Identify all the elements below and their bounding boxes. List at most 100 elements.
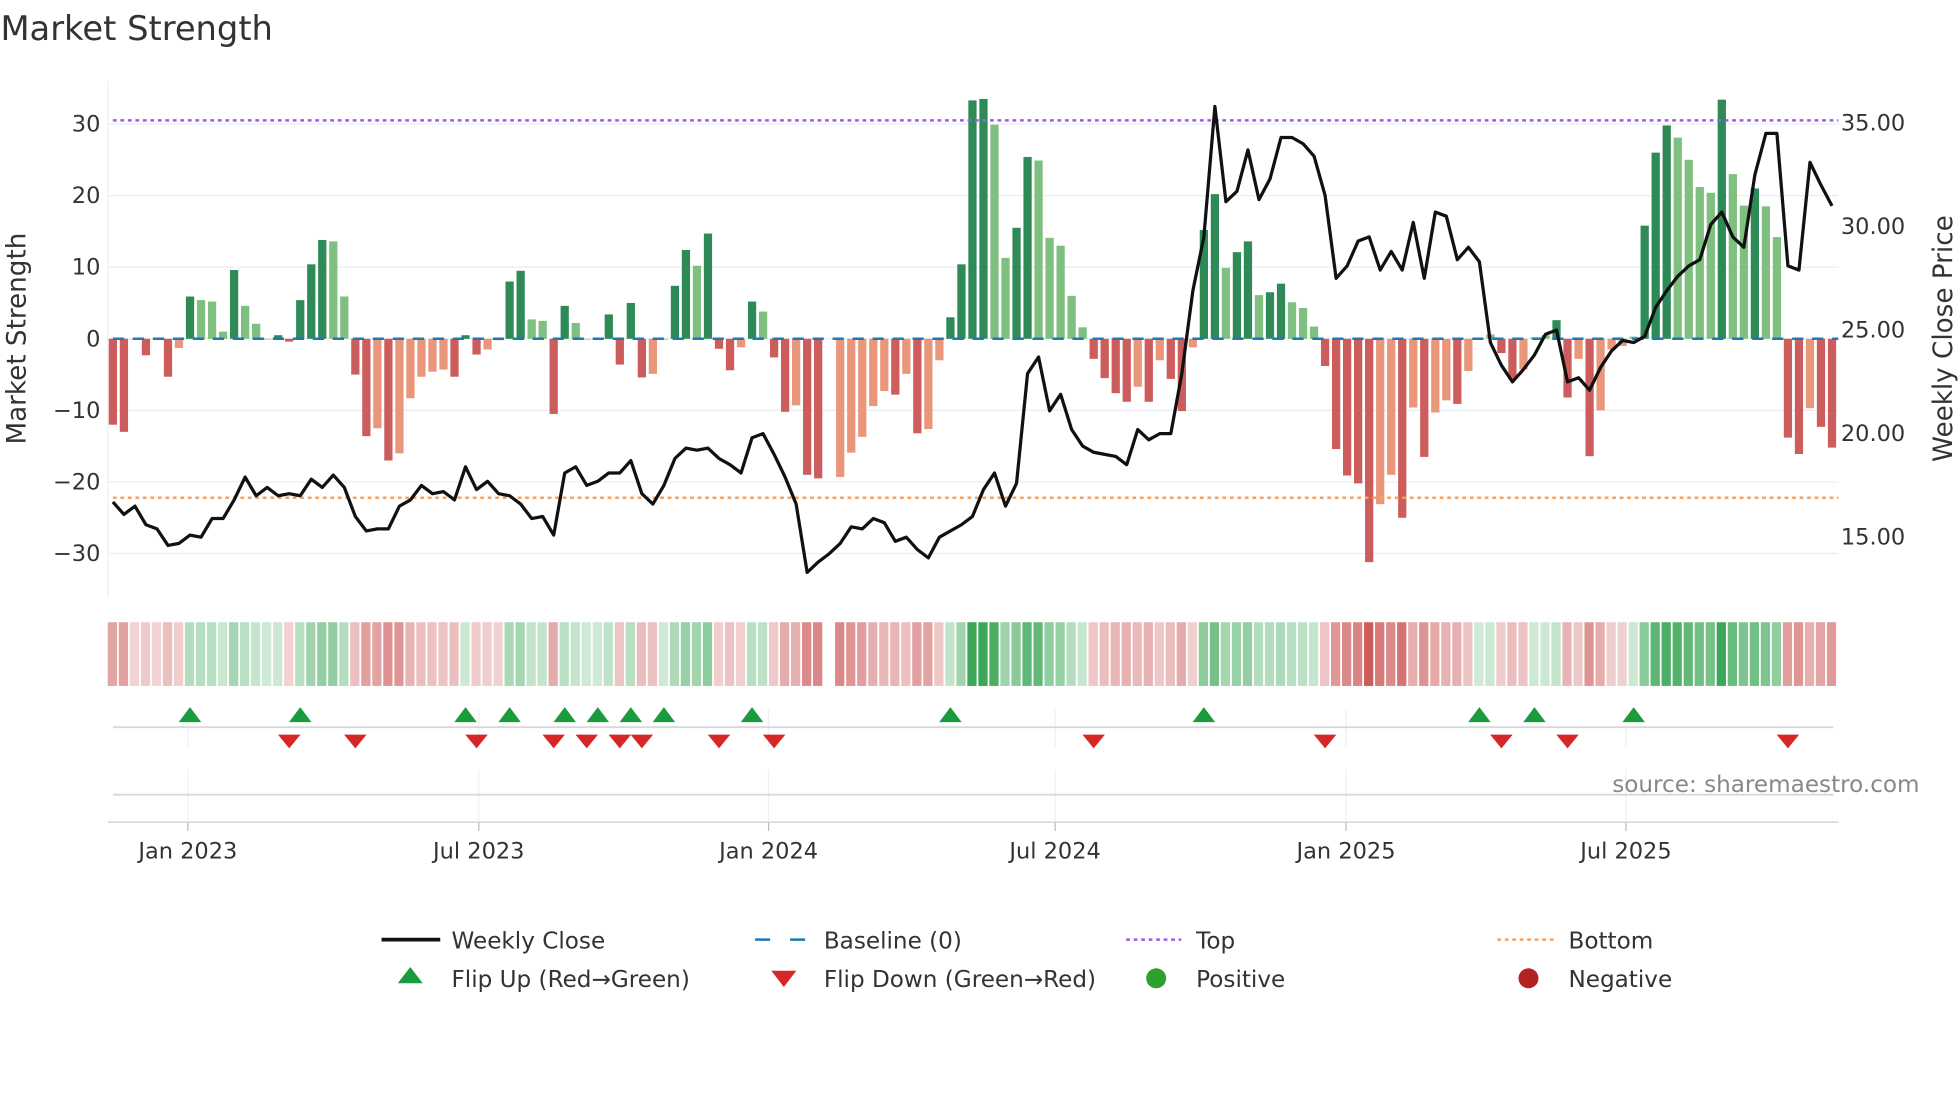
strip-cell [1231, 622, 1242, 686]
strength-bar [428, 338, 437, 372]
strength-bar [1276, 283, 1286, 339]
strip-cell [636, 622, 646, 686]
y-tick-label: 10 [72, 255, 101, 281]
legend-item: Weekly Close [381, 928, 605, 954]
strip-cell [1099, 622, 1109, 686]
x-tick-label: Jan 2024 [717, 838, 818, 864]
strip-cell [206, 622, 217, 686]
legend-item: Flip Down (Green→Red) [771, 967, 1096, 993]
strip-cell [625, 622, 635, 686]
strip-cell [1044, 622, 1054, 686]
strip-cell [1386, 622, 1396, 686]
strength-bar [406, 338, 415, 399]
strength-bar [560, 305, 569, 339]
strip-cell [1430, 622, 1440, 686]
strip-cell [603, 622, 613, 686]
strength-bar [681, 250, 691, 339]
strip-cell [251, 622, 261, 686]
strip-cell [658, 622, 669, 686]
flip-down-marker [630, 734, 654, 749]
x-tick-label: Jan 2023 [136, 838, 237, 864]
chart-title: Market Strength [0, 9, 272, 48]
strip-cell [669, 622, 680, 686]
strength-bar [340, 296, 349, 339]
strip-cell [1297, 622, 1308, 686]
strength-bar [472, 338, 481, 355]
strip-cell [449, 622, 459, 686]
flip-up-marker [619, 707, 643, 723]
strength-bar [1122, 338, 1131, 402]
strip-cell [879, 622, 889, 686]
flip-up-marker [586, 707, 610, 723]
strip-cell [537, 622, 547, 686]
strength-bar [1431, 338, 1440, 413]
strength-bar [505, 281, 514, 339]
flip-down-marker [707, 734, 731, 749]
strip-cell [1452, 622, 1462, 686]
strip-cell [416, 622, 426, 686]
strip-cell [791, 622, 801, 686]
strength-bar [979, 98, 988, 339]
strip-cell [328, 622, 338, 686]
market-strength-chart: Market Strength 30 20 10 0 −10 −20 −30 35.00 30.… [0, 9, 1959, 993]
strength-bar [1376, 338, 1385, 505]
strip-cell [746, 622, 757, 686]
triangle-up-icon [397, 967, 423, 984]
strip-cell [1319, 622, 1330, 686]
strength-bar [141, 338, 151, 356]
strength-bar [373, 338, 382, 429]
triangle-down-icon [771, 970, 797, 988]
strength-bar [880, 338, 889, 392]
strip-cell [1143, 622, 1153, 686]
strength-bar [163, 338, 173, 377]
strength-bar [384, 338, 393, 461]
legend-label: Negative [1568, 967, 1672, 993]
strip-cell [1727, 622, 1737, 686]
flip-up-marker [939, 707, 962, 723]
strip-cell [1672, 622, 1682, 686]
strength-bar [1783, 338, 1793, 438]
strip-cell [1286, 622, 1297, 686]
strength-bar [1673, 137, 1682, 339]
legend-label: Positive [1196, 967, 1285, 993]
flip-markers [112, 707, 1834, 823]
flip-up-marker [553, 707, 576, 723]
strip-cell [504, 622, 514, 686]
strip-cell [295, 622, 305, 686]
flip-down-marker [1776, 734, 1800, 749]
strip-cell [1782, 622, 1793, 686]
strength-bar [1111, 338, 1120, 394]
strip-cell [1209, 622, 1220, 686]
circle-icon [1146, 968, 1167, 989]
strength-color-strip [107, 622, 1837, 686]
strength-bar [527, 319, 536, 339]
flip-up-marker [740, 707, 764, 723]
strip-cell [978, 622, 988, 686]
strength-bar [417, 338, 426, 377]
flip-up-marker [288, 707, 312, 723]
strip-cell [240, 622, 250, 686]
strip-cell [1198, 622, 1208, 686]
strip-cell [1826, 622, 1837, 686]
strength-bar [736, 338, 746, 348]
strip-cell [1738, 622, 1748, 686]
strength-bar [119, 338, 129, 432]
strip-cell [383, 622, 393, 686]
strip-cell [118, 622, 129, 686]
strip-cell [1573, 622, 1583, 686]
strength-bar [1398, 338, 1407, 518]
legend-item: Baseline (0) [755, 928, 962, 954]
strip-cell [1308, 622, 1319, 686]
strength-bar [351, 338, 360, 375]
strength-bar [957, 264, 966, 339]
strength-bar [362, 338, 371, 437]
strength-bar [450, 338, 459, 377]
strength-bar [1331, 338, 1341, 450]
strip-cell [1330, 622, 1341, 686]
strip-cell [1705, 622, 1715, 686]
strip-cell [1110, 622, 1120, 686]
strip-cell [1441, 622, 1451, 686]
strip-cell [460, 622, 470, 686]
strip-cell [680, 622, 691, 686]
strength-bar [1827, 338, 1837, 448]
